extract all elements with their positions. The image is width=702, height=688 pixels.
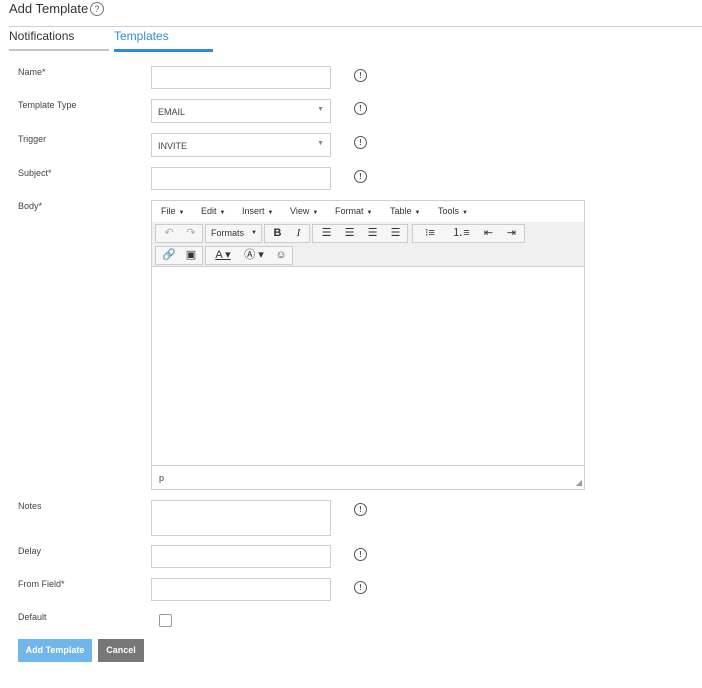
editor-toolbar: ↶ ↷ Formats ▼ B I ☰ ☰ ☰ ☰ ⁝≡ ⒈≡ ⇤ ⇥ 🔗 ▣ <box>152 222 584 267</box>
menu-edit-label: Edit <box>201 206 217 216</box>
chevron-down-icon: ▼ <box>251 230 257 236</box>
menu-view[interactable]: View ▼ <box>290 206 318 216</box>
indent-icon[interactable]: ⇥ <box>502 225 521 242</box>
template-type-label: Template Type <box>18 100 77 110</box>
chevron-down-icon: ▼ <box>414 210 421 216</box>
chevron-down-icon: ▼ <box>267 210 274 216</box>
align-right-icon[interactable]: ☰ <box>363 225 382 242</box>
trigger-select[interactable]: INVITE ▼ <box>151 133 331 157</box>
element-path[interactable]: p <box>159 473 164 483</box>
trigger-info-icon[interactable]: ! <box>354 136 367 149</box>
add-template-button[interactable]: Add Template <box>18 639 92 662</box>
rich-text-editor: File ▼ Edit ▼ Insert ▼ View ▼ Format ▼ Table ▼… <box>151 200 585 490</box>
delay-label: Delay <box>18 546 42 556</box>
menu-format-label: Format <box>335 206 364 216</box>
help-icon[interactable]: ? <box>90 2 104 16</box>
trigger-value: INVITE <box>158 141 188 151</box>
redo-icon[interactable]: ↷ <box>182 225 200 242</box>
name-input[interactable] <box>151 66 331 89</box>
body-label: Body* <box>18 201 43 211</box>
chevron-down-icon: ▼ <box>317 106 324 113</box>
menu-file[interactable]: File ▼ <box>161 206 184 216</box>
chevron-down-icon: ▼ <box>178 210 185 216</box>
template-type-value: EMAIL <box>158 107 186 117</box>
align-justify-icon[interactable]: ☰ <box>386 225 405 242</box>
from-field-label: From Field* <box>18 579 65 589</box>
insert-group: 🔗 ▣ <box>155 246 203 265</box>
link-icon[interactable]: 🔗 <box>160 247 178 264</box>
menu-table-label: Table <box>390 206 412 216</box>
subject-input[interactable] <box>151 167 331 190</box>
chevron-down-icon: ▼ <box>462 210 468 216</box>
notes-textarea[interactable] <box>151 500 331 536</box>
text-color-icon[interactable]: A ▾ <box>210 247 236 264</box>
name-info-icon[interactable]: ! <box>354 69 367 82</box>
menu-tools-label: Tools <box>438 206 460 216</box>
list-group: ⁝≡ ⒈≡ ⇤ ⇥ <box>412 224 525 243</box>
subject-info-icon[interactable]: ! <box>354 170 367 183</box>
notes-info-icon[interactable]: ! <box>354 503 367 516</box>
emoticon-icon[interactable]: ☺ <box>272 247 290 264</box>
italic-icon[interactable]: I <box>290 225 307 242</box>
chevron-down-icon: ▼ <box>219 210 226 216</box>
align-center-icon[interactable]: ☰ <box>340 225 359 242</box>
image-icon[interactable]: ▣ <box>182 247 200 264</box>
chevron-down-icon: ▼ <box>317 140 324 147</box>
color-group: A ▾ Ⓐ ▾ ☺ <box>205 246 293 265</box>
subject-label: Subject* <box>18 168 52 178</box>
editor-content-area[interactable] <box>152 267 584 466</box>
delay-info-icon[interactable]: ! <box>354 548 367 561</box>
name-label: Name* <box>18 67 46 77</box>
bold-icon[interactable]: B <box>269 225 286 242</box>
from-field-info-icon[interactable]: ! <box>354 581 367 594</box>
resize-handle-icon[interactable]: ◢ <box>576 478 582 487</box>
cancel-button[interactable]: Cancel <box>98 639 144 662</box>
chevron-down-icon: ▼ <box>366 210 373 216</box>
page-title: Add Template <box>9 1 89 16</box>
notes-label: Notes <box>18 501 42 511</box>
menu-table[interactable]: Table ▼ <box>390 206 420 216</box>
formats-label: Formats <box>211 228 245 238</box>
history-group: ↶ ↷ <box>155 224 203 243</box>
template-type-select[interactable]: EMAIL ▼ <box>151 99 331 123</box>
align-left-icon[interactable]: ☰ <box>317 225 336 242</box>
outdent-icon[interactable]: ⇤ <box>479 225 498 242</box>
from-field-input[interactable] <box>151 578 331 601</box>
chevron-down-icon: ▼ <box>312 210 319 216</box>
menu-insert-label: Insert <box>242 206 265 216</box>
delay-input[interactable] <box>151 545 331 568</box>
menu-insert[interactable]: Insert ▼ <box>242 206 273 216</box>
alignment-group: ☰ ☰ ☰ ☰ <box>312 224 408 243</box>
trigger-label: Trigger <box>18 134 47 144</box>
template-type-info-icon[interactable]: ! <box>354 102 367 115</box>
bullet-list-icon[interactable]: ⁝≡ <box>417 225 443 242</box>
text-style-group: B I <box>264 224 310 243</box>
tab-notifications-underline <box>9 49 109 51</box>
tab-templates-underline <box>114 49 213 52</box>
header-divider <box>9 26 702 27</box>
default-label: Default <box>18 612 47 622</box>
background-color-icon[interactable]: Ⓐ ▾ <box>241 247 267 264</box>
tab-templates[interactable]: Templates <box>114 29 169 43</box>
default-checkbox[interactable] <box>159 614 172 627</box>
menu-edit[interactable]: Edit ▼ <box>201 206 225 216</box>
menu-view-label: View <box>290 206 310 216</box>
menu-format[interactable]: Format ▼ <box>335 206 372 216</box>
menu-file-label: File <box>161 206 176 216</box>
editor-menubar: File ▼ Edit ▼ Insert ▼ View ▼ Format ▼ Table ▼… <box>152 201 584 223</box>
formats-dropdown[interactable]: Formats ▼ <box>205 224 262 243</box>
numbered-list-icon[interactable]: ⒈≡ <box>448 225 474 242</box>
tab-notifications[interactable]: Notifications <box>9 29 74 43</box>
menu-tools[interactable]: Tools ▼ <box>438 206 468 216</box>
editor-statusbar: p ◢ <box>152 465 584 489</box>
undo-icon[interactable]: ↶ <box>160 225 178 242</box>
